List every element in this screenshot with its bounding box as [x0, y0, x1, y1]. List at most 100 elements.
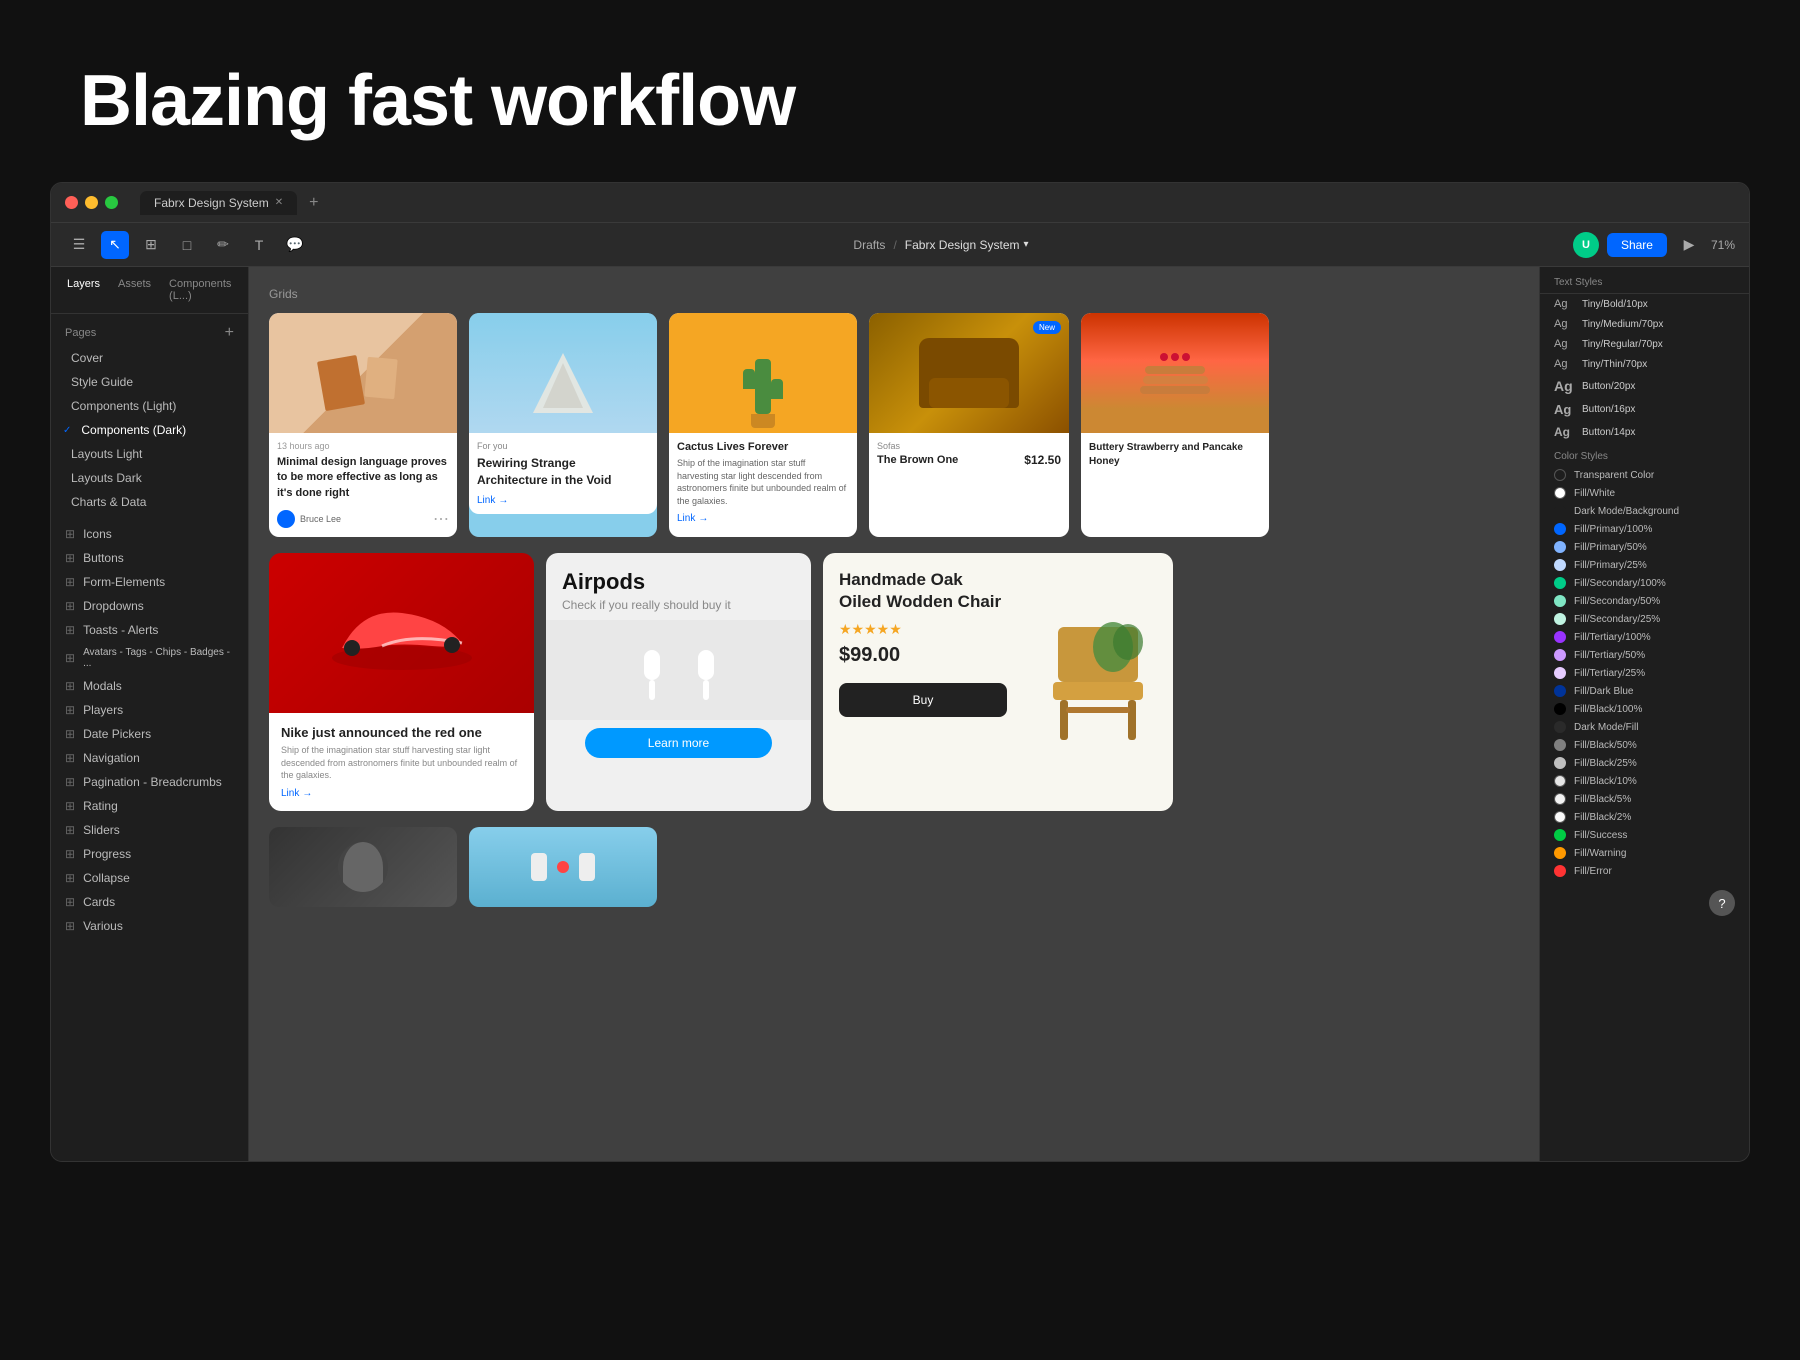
color-black-50[interactable]: Fill/Black/50% [1540, 736, 1749, 754]
text-style-button-20[interactable]: Ag Button/20px [1540, 374, 1749, 398]
drafts-link[interactable]: Drafts [853, 238, 885, 252]
color-dark-blue[interactable]: Fill/Dark Blue [1540, 682, 1749, 700]
text-style-item[interactable]: Ag Tiny/Medium/70px [1540, 314, 1749, 334]
text-style-item[interactable]: Ag Tiny/Bold/10px [1540, 294, 1749, 314]
color-black-25[interactable]: Fill/Black/25% [1540, 754, 1749, 772]
tab-assets[interactable]: Assets [112, 275, 157, 305]
frame-icon[interactable]: ⊞ [137, 231, 165, 259]
color-secondary-25[interactable]: Fill/Secondary/25% [1540, 610, 1749, 628]
maximize-button[interactable] [105, 196, 118, 209]
item-label: Pagination - Breadcrumbs [83, 775, 222, 789]
color-black-10[interactable]: Fill/Black/10% [1540, 772, 1749, 790]
card-menu-icon[interactable]: ⋯ [433, 509, 449, 529]
card-minimal-design[interactable]: 13 hours ago Minimal design language pro… [269, 313, 457, 537]
color-primary-50[interactable]: Fill/Primary/50% [1540, 538, 1749, 556]
text-style-item[interactable]: Ag Tiny/Regular/70px [1540, 334, 1749, 354]
sidebar-item-navigation[interactable]: ⊞ Navigation [51, 746, 248, 770]
text-icon[interactable]: T [245, 231, 273, 259]
canvas-area[interactable]: Grids 13 hours ago Minimal design langua… [249, 267, 1539, 1161]
new-tab-button[interactable]: + [303, 194, 324, 212]
color-dark-bg[interactable]: Dark Mode/Background [1540, 502, 1749, 520]
sidebar-item-various[interactable]: ⊞ Various [51, 914, 248, 938]
color-warning[interactable]: Fill/Warning [1540, 844, 1749, 862]
color-transparent[interactable]: Transparent Color [1540, 466, 1749, 484]
sidebar-item-components-dark[interactable]: ✓ Components (Dark) [51, 418, 248, 442]
sidebar-item-form-elements[interactable]: ⊞ Form-Elements [51, 570, 248, 594]
card-cactus[interactable]: Cactus Lives Forever Ship of the imagina… [669, 313, 857, 537]
color-name: Fill/Secondary/25% [1574, 614, 1660, 625]
buy-button[interactable]: Buy [839, 683, 1007, 717]
tab-layers[interactable]: Layers [61, 275, 106, 305]
color-secondary-50[interactable]: Fill/Secondary/50% [1540, 592, 1749, 610]
card-thumbnail-2[interactable] [469, 827, 657, 907]
card-nike[interactable]: Nike just announced the red one Ship of … [269, 553, 534, 811]
sidebar-item-date-pickers[interactable]: ⊞ Date Pickers [51, 722, 248, 746]
card-link[interactable]: Link → [477, 495, 649, 506]
sidebar-item-rating[interactable]: ⊞ Rating [51, 794, 248, 818]
sidebar-item-charts-data[interactable]: Charts & Data [51, 490, 248, 514]
sidebar-item-avatars[interactable]: ⊞ Avatars - Tags - Chips - Badges - ... [51, 642, 248, 674]
card-airpods[interactable]: Airpods Check if you really should buy i… [546, 553, 811, 811]
sidebar-item-pagination[interactable]: ⊞ Pagination - Breadcrumbs [51, 770, 248, 794]
sidebar-item-cover[interactable]: Cover [51, 346, 248, 370]
cursor-icon[interactable]: ↖ [101, 231, 129, 259]
color-primary-25[interactable]: Fill/Primary/25% [1540, 556, 1749, 574]
color-tertiary-25[interactable]: Fill/Tertiary/25% [1540, 664, 1749, 682]
sidebar-item-progress[interactable]: ⊞ Progress [51, 842, 248, 866]
color-error[interactable]: Fill/Error [1540, 862, 1749, 880]
color-tertiary-100[interactable]: Fill/Tertiary/100% [1540, 628, 1749, 646]
color-primary-100[interactable]: Fill/Primary/100% [1540, 520, 1749, 538]
card-thumbnail-1[interactable] [269, 827, 457, 907]
card-pancake[interactable]: Buttery Strawberry and Pancake Honey [1081, 313, 1269, 537]
card-brown-one[interactable]: New Sofas The Brown One $12.50 [869, 313, 1069, 537]
add-page-button[interactable]: + [225, 324, 234, 342]
color-white[interactable]: Fill/White [1540, 484, 1749, 502]
card-rewiring[interactable]: For you Rewiring Strange Architecture in… [469, 313, 657, 537]
color-dark-fill[interactable]: Dark Mode/Fill [1540, 718, 1749, 736]
page-label: Charts & Data [71, 495, 146, 509]
sidebar-item-toasts[interactable]: ⊞ Toasts - Alerts [51, 618, 248, 642]
sidebar-item-modals[interactable]: ⊞ Modals [51, 674, 248, 698]
color-secondary-100[interactable]: Fill/Secondary/100% [1540, 574, 1749, 592]
sidebar-item-components-light[interactable]: Components (Light) [51, 394, 248, 418]
sidebar-item-layouts-light[interactable]: Layouts Light [51, 442, 248, 466]
color-success[interactable]: Fill/Success [1540, 826, 1749, 844]
sidebar-item-sliders[interactable]: ⊞ Sliders [51, 818, 248, 842]
sidebar-item-cards[interactable]: ⊞ Cards [51, 890, 248, 914]
card-link[interactable]: Link → [281, 788, 522, 799]
app-tab[interactable]: Fabrx Design System ✕ [140, 191, 297, 215]
sidebar-item-icons[interactable]: ⊞ Icons [51, 522, 248, 546]
page-label: Components (Light) [71, 399, 176, 413]
tab-close-icon[interactable]: ✕ [275, 197, 283, 208]
sidebar-item-layouts-dark[interactable]: Layouts Dark [51, 466, 248, 490]
text-style-button-16[interactable]: Ag Button/16px [1540, 398, 1749, 421]
tab-components[interactable]: Components (L...) [163, 275, 238, 305]
color-black-5[interactable]: Fill/Black/5% [1540, 790, 1749, 808]
learn-more-button[interactable]: Learn more [585, 728, 771, 758]
shape-icon[interactable]: □ [173, 231, 201, 259]
comment-icon[interactable]: 💬 [281, 231, 309, 259]
sidebar-item-styleguide[interactable]: Style Guide [51, 370, 248, 394]
text-style-item[interactable]: Ag Tiny/Thin/70px [1540, 354, 1749, 374]
color-black-100[interactable]: Fill/Black/100% [1540, 700, 1749, 718]
minimize-button[interactable] [85, 196, 98, 209]
color-swatch [1554, 613, 1566, 625]
color-black-2[interactable]: Fill/Black/2% [1540, 808, 1749, 826]
sidebar-item-dropdowns[interactable]: ⊞ Dropdowns [51, 594, 248, 618]
help-button[interactable]: ? [1709, 890, 1735, 916]
sidebar-item-collapse[interactable]: ⊞ Collapse [51, 866, 248, 890]
close-button[interactable] [65, 196, 78, 209]
play-icon[interactable]: ▶ [1675, 231, 1703, 259]
pen-icon[interactable]: ✏ [209, 231, 237, 259]
color-tertiary-50[interactable]: Fill/Tertiary/50% [1540, 646, 1749, 664]
sidebar-item-players[interactable]: ⊞ Players [51, 698, 248, 722]
card-link[interactable]: Link → [677, 513, 849, 524]
menu-icon[interactable]: ☰ [65, 231, 93, 259]
card-tag: For you [477, 441, 649, 451]
text-style-button-14[interactable]: Ag Button/14px [1540, 421, 1749, 443]
card-oak-chair[interactable]: Handmade Oak Oiled Wodden Chair ★★★★★ $9… [823, 553, 1173, 811]
item-label: Players [83, 703, 123, 717]
share-button[interactable]: Share [1607, 233, 1667, 257]
zoom-level[interactable]: 71% [1711, 238, 1735, 252]
sidebar-item-buttons[interactable]: ⊞ Buttons [51, 546, 248, 570]
